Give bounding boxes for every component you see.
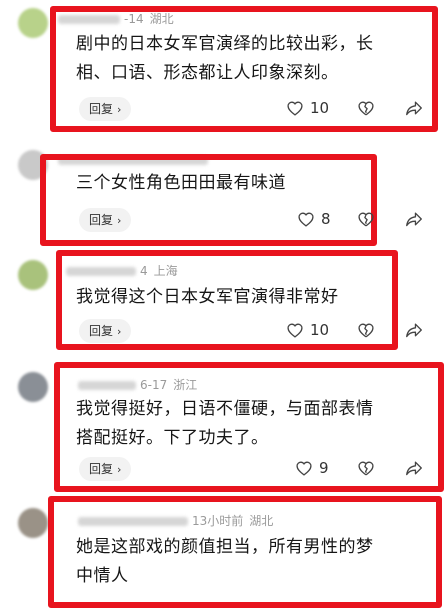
comment-text-line: 我觉得这个日本女军官演得非常好 [76, 287, 339, 307]
reply-button[interactable]: 回复 › [79, 457, 132, 481]
like-count: 10 [310, 321, 330, 339]
broken-heart-icon[interactable] [357, 211, 375, 227]
share-icon[interactable] [405, 322, 423, 338]
comment-text-line: 我觉得挺好，日语不僵硬，与面部表情 [76, 399, 374, 419]
heart-icon [287, 101, 303, 116]
chevron-right-icon: › [117, 463, 122, 476]
heart-icon [296, 461, 312, 476]
chevron-right-icon: › [117, 214, 122, 227]
comment-text-line: 相、口语、形态都让人印象深刻。 [76, 63, 339, 83]
share-icon[interactable] [405, 100, 423, 116]
share-icon[interactable] [405, 211, 423, 227]
reply-label: 回复 [89, 213, 114, 227]
like-button[interactable]: 9 [295, 459, 329, 477]
like-count: 8 [321, 210, 331, 228]
chevron-right-icon: › [117, 103, 122, 116]
reply-button[interactable]: 回复 › [79, 319, 132, 343]
heart-icon [298, 212, 314, 227]
highlight-box [40, 154, 377, 246]
reply-button[interactable]: 回复 › [79, 97, 132, 121]
avatar[interactable] [18, 8, 48, 38]
comment-text-line: 三个女性角色田田最有味道 [76, 173, 286, 193]
comment-text-line: 她是这部戏的颜值担当，所有男性的梦 [76, 537, 374, 557]
avatar[interactable] [18, 372, 48, 402]
like-button[interactable]: 10 [286, 321, 329, 339]
reply-label: 回复 [89, 102, 114, 116]
comment-text-line: 中情人 [76, 566, 129, 586]
reply-label: 回复 [89, 324, 114, 338]
like-button[interactable]: 10 [286, 99, 329, 117]
comment-text-line: 搭配挺好。下了功夫了。 [76, 428, 269, 448]
like-button[interactable]: 8 [297, 210, 331, 228]
comment-text-line: 剧中的日本女军官演绎的比较出彩，长 [76, 34, 374, 54]
broken-heart-icon[interactable] [357, 322, 375, 338]
share-icon[interactable] [405, 460, 423, 476]
broken-heart-icon[interactable] [357, 100, 375, 116]
avatar[interactable] [18, 508, 48, 538]
heart-icon [287, 323, 303, 338]
reply-label: 回复 [89, 462, 114, 476]
like-count: 9 [319, 459, 329, 477]
broken-heart-icon[interactable] [357, 460, 375, 476]
avatar[interactable] [18, 260, 48, 290]
chevron-right-icon: › [117, 325, 122, 338]
like-count: 10 [310, 99, 330, 117]
reply-button[interactable]: 回复 › [79, 208, 132, 232]
